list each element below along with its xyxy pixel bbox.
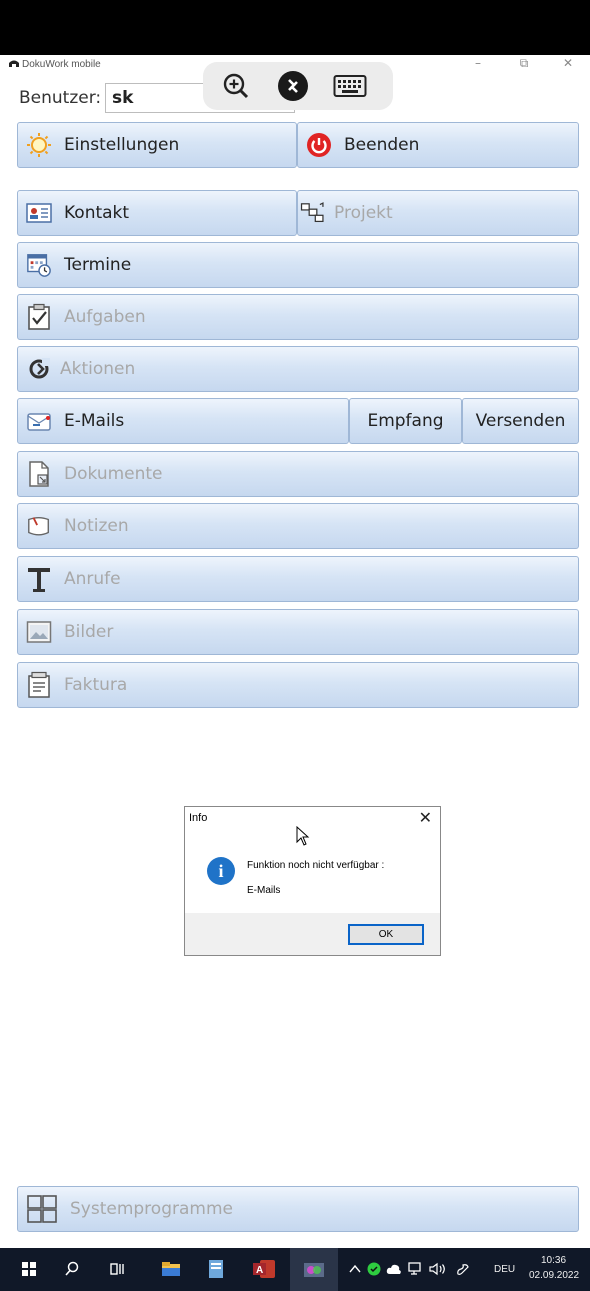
ok-button[interactable]: OK (348, 924, 424, 945)
settings-button[interactable]: Einstellungen (17, 122, 297, 168)
keyboard-icon[interactable] (333, 69, 367, 103)
project-structure-icon (300, 200, 326, 226)
info-icon: i (207, 857, 235, 885)
mouse-cursor-icon (296, 825, 310, 850)
actions-button[interactable]: Aktionen (17, 346, 579, 392)
contact-button[interactable]: Kontakt (17, 190, 297, 236)
system-programs-button[interactable]: Systemprogramme (17, 1186, 579, 1232)
tasks-label: Aufgaben (64, 307, 146, 327)
notes-label: Notizen (64, 516, 129, 536)
telephone-pole-icon (26, 566, 52, 592)
envelope-icon (26, 408, 52, 434)
dokuwork-app-icon[interactable] (290, 1248, 338, 1291)
refresh-action-icon (26, 356, 52, 382)
file-explorer-icon[interactable] (160, 1258, 182, 1280)
receive-button[interactable]: Empfang (349, 398, 462, 444)
calls-button[interactable]: Anrufe (17, 556, 579, 602)
invoice-icon (26, 671, 52, 698)
app-title-text: DokuWork mobile (22, 59, 101, 70)
access-app-icon[interactable]: A (250, 1258, 278, 1280)
quit-label: Beenden (344, 135, 420, 155)
pen-icon[interactable] (452, 1258, 474, 1280)
windows-grid-icon (26, 1194, 58, 1224)
contact-card-icon (26, 200, 52, 226)
tasks-button[interactable]: Aufgaben (17, 294, 579, 340)
windows-start-icon[interactable] (18, 1258, 40, 1280)
contact-label: Kontakt (64, 203, 130, 223)
close-window-button[interactable]: ✕ (556, 56, 580, 70)
documents-label: Dokumente (64, 464, 163, 484)
cloud-icon[interactable] (383, 1258, 405, 1280)
system-programs-label: Systemprogramme (70, 1199, 233, 1219)
green-status-icon[interactable] (363, 1258, 385, 1280)
user-label: Benutzer: (19, 88, 102, 108)
svg-text:A: A (256, 1265, 263, 1276)
remote-connect-icon[interactable] (276, 69, 310, 103)
document-icon (26, 461, 52, 487)
send-button[interactable]: Versenden (462, 398, 579, 444)
calls-label: Anrufe (64, 569, 121, 589)
dialog-title: Info (189, 812, 208, 824)
clock-date[interactable]: 02.09.2022 (529, 1270, 579, 1281)
dialog-close-button[interactable]: ✕ (419, 808, 432, 828)
images-label: Bilder (64, 622, 114, 642)
actions-label: Aktionen (60, 359, 136, 379)
send-label: Versenden (475, 411, 566, 431)
clipboard-check-icon (26, 303, 52, 330)
project-button[interactable]: Projekt (297, 190, 579, 236)
info-dialog: Info ✕ i Funktion noch nicht verfügbar :… (184, 806, 441, 956)
notes-button[interactable]: Notizen (17, 503, 579, 549)
speaker-icon[interactable] (427, 1258, 449, 1280)
taskbar: A DEU 10:36 02.09.2022 (0, 1248, 590, 1291)
emails-button[interactable]: E-Mails (17, 398, 349, 444)
image-icon (26, 619, 52, 645)
search-icon[interactable] (61, 1258, 83, 1280)
app-logo-icon (8, 58, 20, 68)
settings-label: Einstellungen (64, 135, 180, 155)
sun-gear-icon (26, 132, 52, 158)
invoicing-label: Faktura (64, 675, 128, 695)
appointments-button[interactable]: Termine (17, 242, 579, 288)
minimize-button[interactable]: – (466, 56, 490, 70)
clock-time[interactable]: 10:36 (541, 1255, 566, 1266)
task-view-icon[interactable] (106, 1258, 128, 1280)
emails-label: E-Mails (64, 411, 125, 431)
restore-button[interactable]: ⧉ (512, 56, 536, 71)
top-black-bar (0, 0, 590, 55)
language-indicator[interactable]: DEU (494, 1264, 515, 1275)
receive-label: Empfang (367, 411, 444, 431)
invoicing-button[interactable]: Faktura (17, 662, 579, 708)
window-title: DokuWork mobile (8, 58, 101, 70)
images-button[interactable]: Bilder (17, 609, 579, 655)
network-icon[interactable] (405, 1258, 427, 1280)
appointments-label: Termine (64, 255, 132, 275)
project-label: Projekt (334, 203, 393, 223)
documents-button[interactable]: Dokumente (17, 451, 579, 497)
dialog-value: E-Mails (247, 885, 281, 896)
quit-button[interactable]: Beenden (297, 122, 579, 168)
remote-toolbar (203, 62, 393, 110)
calendar-clock-icon (26, 252, 52, 278)
note-icon (26, 513, 52, 539)
power-icon (306, 132, 332, 158)
dialog-message: Funktion noch nicht verfügbar : (247, 860, 385, 871)
notepad-app-icon[interactable] (205, 1258, 227, 1280)
zoom-in-icon[interactable] (219, 69, 253, 103)
